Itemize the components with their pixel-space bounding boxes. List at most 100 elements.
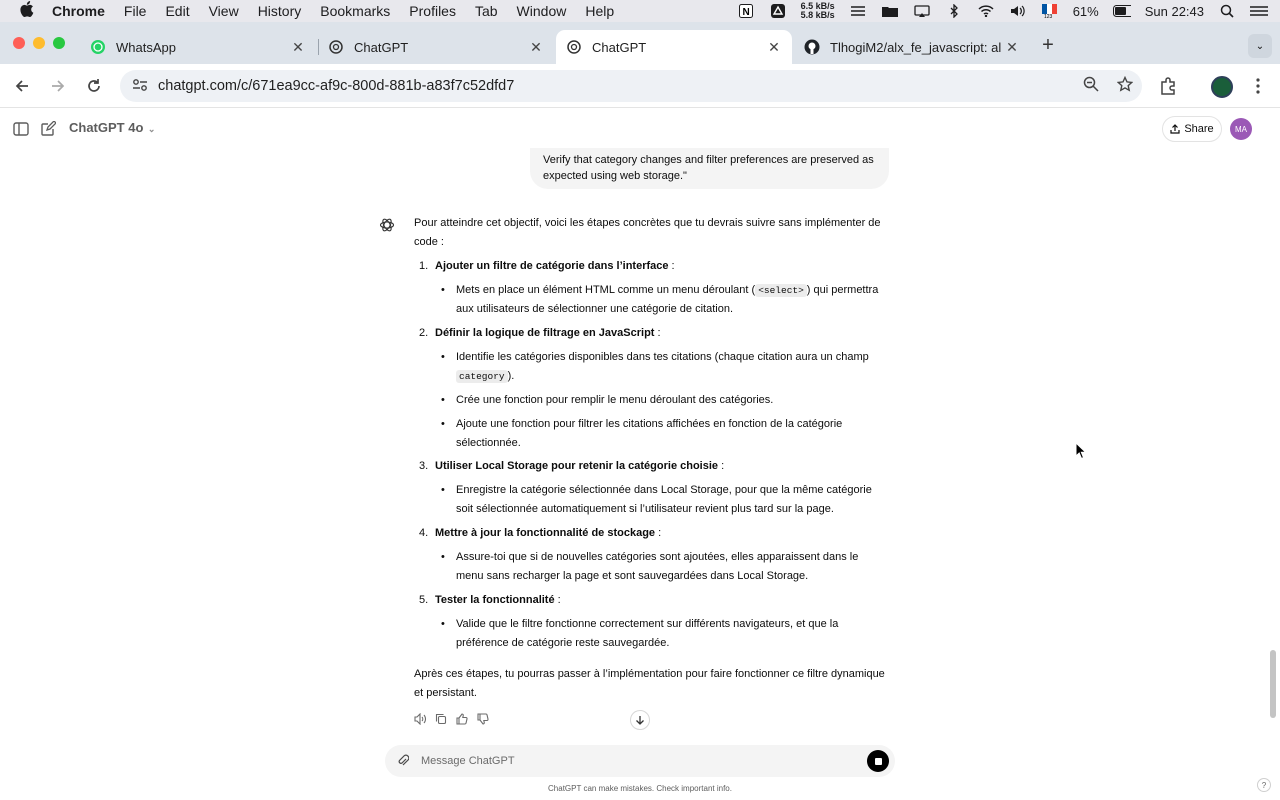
- help-button[interactable]: ?: [1257, 778, 1271, 792]
- close-tab-icon[interactable]: ✕: [766, 39, 782, 56]
- macos-menu-bar: Chrome File Edit View History Bookmarks …: [0, 0, 1280, 22]
- bullet-item: Mets en place un élément HTML comme un m…: [441, 281, 888, 319]
- copy-icon[interactable]: [435, 712, 447, 726]
- message-input[interactable]: Message ChatGPT: [421, 755, 867, 767]
- new-chat-icon[interactable]: [39, 120, 57, 138]
- zoom-icon[interactable]: [1074, 76, 1108, 96]
- bookmark-star-icon[interactable]: [1108, 75, 1142, 96]
- url-text[interactable]: chatgpt.com/c/671ea9cc-af9c-800d-881b-a8…: [158, 78, 1074, 94]
- bullet-text: Identifie les catégories disponibles dan…: [456, 351, 869, 363]
- control-center-sliders-icon[interactable]: [849, 4, 867, 18]
- menu-profiles[interactable]: Profiles: [409, 3, 456, 19]
- step-4: 4. Mettre à jour la fonctionnalité de sto…: [419, 524, 661, 543]
- stop-generating-button[interactable]: [867, 750, 889, 772]
- step-suffix: :: [668, 260, 675, 272]
- bullet-text: Mets en place un élément HTML comme un m…: [456, 284, 756, 296]
- apple-menu-icon[interactable]: [20, 1, 40, 21]
- menu-help[interactable]: Help: [585, 3, 614, 19]
- volume-icon[interactable]: [1009, 4, 1027, 18]
- zoom-window-button[interactable]: [53, 37, 65, 49]
- stop-icon: [874, 757, 882, 765]
- chatgpt-header: ChatGPT 4o ⌄ Share MA: [0, 108, 1280, 148]
- read-aloud-icon[interactable]: [414, 712, 426, 726]
- step-title: Mettre à jour la fonctionnalité de stock…: [435, 527, 656, 539]
- user-message-bubble: Verify that category changes and filter …: [530, 148, 889, 189]
- step-3: 3. Utiliser Local Storage pour retenir la…: [419, 457, 724, 476]
- tab-search-chevron-icon[interactable]: ⌄: [1248, 34, 1272, 58]
- svg-text:N: N: [742, 7, 749, 18]
- mouse-cursor-icon: [1075, 441, 1087, 465]
- drive-icon[interactable]: [769, 4, 787, 18]
- bullet-item: Enregistre la catégorie sélectionnée dan…: [441, 481, 888, 519]
- user-message-text: Verify that category changes and filter …: [543, 154, 874, 182]
- address-bar[interactable]: chatgpt.com/c/671ea9cc-af9c-800d-881b-a8…: [120, 70, 1142, 102]
- site-info-icon[interactable]: [122, 78, 158, 95]
- bullet-item: Valide que le filtre fonctionne correcte…: [441, 615, 888, 653]
- forward-icon[interactable]: [46, 74, 70, 98]
- french-flag-input-icon[interactable]: 123: [1041, 4, 1059, 18]
- step-suffix: :: [655, 527, 662, 539]
- menu-edit[interactable]: Edit: [165, 3, 189, 19]
- clock[interactable]: Sun 22:43: [1145, 4, 1204, 19]
- step-2: 2. Définir la logique de filtrage en Java…: [419, 324, 661, 343]
- reload-icon[interactable]: [82, 74, 106, 98]
- step-number: 4.: [419, 527, 429, 539]
- bullet-item: Identifie les catégories disponibles dan…: [441, 348, 888, 386]
- close-window-button[interactable]: [13, 37, 25, 49]
- close-tab-icon[interactable]: ✕: [1004, 39, 1020, 56]
- message-composer[interactable]: Message ChatGPT: [385, 745, 895, 777]
- network-speed: 6.5 kB/s 5.8 kB/s: [801, 2, 835, 20]
- menu-app-chrome[interactable]: Chrome: [52, 3, 105, 19]
- whatsapp-icon: [90, 39, 106, 55]
- folder-icon[interactable]: [881, 4, 899, 18]
- back-icon[interactable]: [10, 74, 34, 98]
- paperclip-attach-icon[interactable]: [385, 753, 421, 770]
- tab-chatgpt-1[interactable]: ChatGPT ✕: [318, 30, 554, 64]
- chevron-down-icon: ⌄: [145, 124, 156, 134]
- battery-icon[interactable]: [1112, 4, 1131, 18]
- window-controls: [13, 37, 65, 49]
- page-scrollbar[interactable]: [1270, 650, 1276, 718]
- chrome-profile-avatar[interactable]: [1211, 76, 1233, 98]
- menu-bookmarks[interactable]: Bookmarks: [320, 3, 390, 19]
- bluetooth-icon[interactable]: [945, 4, 963, 18]
- bullet-text: Valide que le filtre fonctionne correcte…: [456, 618, 839, 649]
- scroll-to-bottom-icon[interactable]: [630, 710, 650, 730]
- bullet-text: ).: [507, 370, 515, 382]
- browser-toolbar: chatgpt.com/c/671ea9cc-af9c-800d-881b-a8…: [0, 64, 1280, 108]
- menu-view[interactable]: View: [209, 3, 239, 19]
- notion-icon[interactable]: N: [737, 4, 755, 18]
- minimize-window-button[interactable]: [33, 37, 45, 49]
- model-selector[interactable]: ChatGPT 4o ⌄: [69, 120, 155, 135]
- bullet-text: Crée une fonction pour remplir le menu d…: [456, 394, 774, 406]
- chrome-menu-icon[interactable]: [1246, 74, 1270, 98]
- spotlight-search-icon[interactable]: [1218, 4, 1236, 18]
- tab-chatgpt-active[interactable]: ChatGPT ✕: [556, 30, 792, 64]
- menu-history[interactable]: History: [258, 3, 302, 19]
- screen-mirroring-icon[interactable]: [913, 4, 931, 18]
- new-tab-button[interactable]: +: [1038, 35, 1058, 56]
- thumbs-up-icon[interactable]: [456, 712, 468, 726]
- menu-file[interactable]: File: [124, 3, 147, 19]
- chatgpt-logo-icon: [378, 216, 396, 234]
- share-icon: [1170, 124, 1180, 134]
- close-tab-icon[interactable]: ✕: [290, 39, 306, 56]
- step-suffix: :: [554, 594, 561, 606]
- menu-window[interactable]: Window: [517, 3, 567, 19]
- github-icon: [804, 39, 820, 55]
- tab-title: TlhogiM2/alx_fe_javascript: al: [830, 39, 1002, 55]
- extensions-puzzle-icon[interactable]: [1156, 74, 1180, 98]
- model-name: ChatGPT 4o: [69, 120, 144, 135]
- thumbs-down-icon[interactable]: [477, 712, 489, 726]
- tab-title: ChatGPT: [592, 39, 647, 55]
- bullet-item: Ajoute une fonction pour filtrer les cit…: [441, 415, 888, 453]
- sidebar-toggle-icon[interactable]: [12, 120, 30, 138]
- notification-center-icon[interactable]: [1250, 4, 1268, 18]
- close-tab-icon[interactable]: ✕: [528, 39, 544, 56]
- menu-tab[interactable]: Tab: [475, 3, 498, 19]
- tab-github[interactable]: TlhogiM2/alx_fe_javascript: al ✕: [794, 30, 1030, 64]
- wifi-icon[interactable]: [977, 4, 995, 18]
- user-avatar[interactable]: MA: [1230, 118, 1252, 140]
- tab-whatsapp[interactable]: WhatsApp ✕: [80, 30, 316, 64]
- share-button[interactable]: Share: [1162, 116, 1222, 142]
